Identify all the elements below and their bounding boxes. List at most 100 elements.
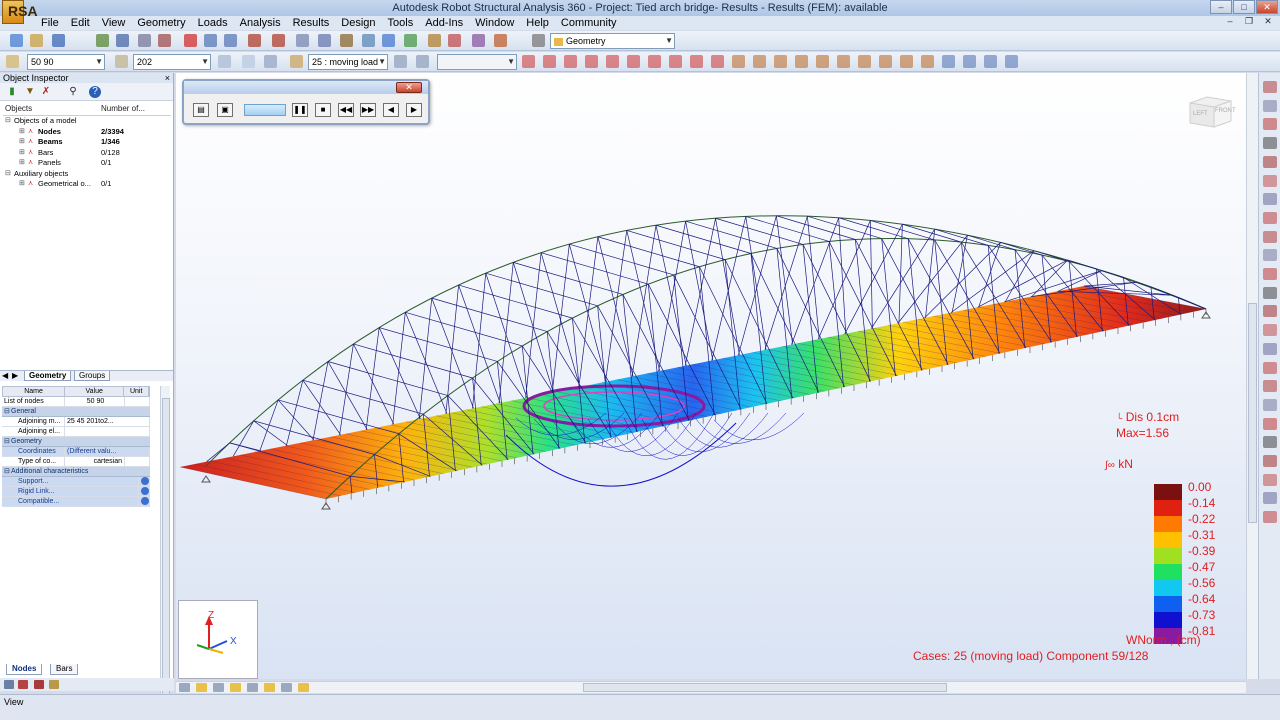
table-icon[interactable] <box>18 680 28 689</box>
hanger-cable[interactable] <box>817 220 871 340</box>
maximize-icon[interactable]: □ <box>1233 0 1255 14</box>
hanger-cable[interactable] <box>312 361 329 441</box>
print-icon[interactable] <box>34 680 44 689</box>
component-combo[interactable]: ▼ <box>437 54 517 70</box>
step-back-icon[interactable]: ◀ <box>383 103 399 117</box>
hanger-cable[interactable] <box>1033 250 1070 262</box>
selection-icon[interactable] <box>402 32 419 49</box>
stop-icon[interactable]: ■ <box>315 103 331 117</box>
materials-icon[interactable] <box>446 32 463 49</box>
view-tab-icon[interactable] <box>196 683 207 692</box>
hanger-cable[interactable] <box>738 215 777 356</box>
hanger-cable[interactable] <box>551 244 570 393</box>
tab-scroll-right-icon[interactable]: ▶ <box>12 371 18 380</box>
load-case-combo[interactable]: 25 : moving load ▼ <box>308 54 388 70</box>
tree-item[interactable]: ⊞ ⋏ Bars 0/128 <box>3 148 171 159</box>
hanger-cable[interactable] <box>365 327 380 430</box>
axis-y-icon[interactable] <box>667 53 684 70</box>
zoom-in-icon[interactable] <box>793 53 810 70</box>
new-icon[interactable] <box>8 32 25 49</box>
hanger-cable[interactable] <box>791 217 840 345</box>
hanger-cable[interactable] <box>655 225 687 366</box>
list-of-nodes-value[interactable]: 50 90 <box>65 397 125 406</box>
hanger-cable[interactable] <box>353 343 395 425</box>
hanger-cable[interactable] <box>838 217 847 334</box>
thickness-icon[interactable] <box>1263 249 1277 262</box>
rewind-icon[interactable]: ◀◀ <box>338 103 354 117</box>
tree-item[interactable]: ⊞ ⋏ Panels 0/1 <box>3 158 171 169</box>
releases-icon[interactable] <box>1263 174 1277 187</box>
collapse-icon[interactable]: ⊟ <box>5 116 11 127</box>
save-icon[interactable] <box>50 32 67 49</box>
hanger-cable[interactable] <box>525 252 542 398</box>
doc-restore-icon[interactable]: ❐ <box>1240 16 1258 29</box>
load-case-next-icon[interactable] <box>392 53 409 70</box>
axis-x-icon[interactable] <box>646 53 663 70</box>
menu-community[interactable]: Community <box>555 17 623 29</box>
doc-close-icon[interactable]: ✕ <box>1259 16 1277 29</box>
bar-selection-combo[interactable]: 202 ▼ <box>133 54 211 70</box>
model-viewport[interactable] <box>176 73 1246 679</box>
open-icon[interactable] <box>28 32 45 49</box>
view-tab-icon[interactable] <box>179 683 190 692</box>
hanger-cable[interactable] <box>1136 281 1152 288</box>
menu-file[interactable]: File <box>35 17 65 29</box>
hanger-cable[interactable] <box>418 298 433 420</box>
menu-loads[interactable]: Loads <box>192 17 234 29</box>
rotate-icon[interactable] <box>877 53 894 70</box>
hanger-cable[interactable] <box>870 228 936 329</box>
hanger-cable[interactable] <box>569 243 674 276</box>
animation-progress[interactable] <box>244 104 286 116</box>
table-icon[interactable] <box>294 32 311 49</box>
delete-icon[interactable] <box>182 32 199 49</box>
hanger-cable[interactable] <box>626 230 726 260</box>
tab-nodes[interactable]: Nodes <box>6 664 43 675</box>
tab-groups[interactable]: Groups <box>74 371 111 381</box>
print-icon[interactable] <box>94 32 111 49</box>
search-icon[interactable]: ⚲ <box>67 86 79 98</box>
hanger-cable[interactable] <box>513 262 623 295</box>
hanger-cable[interactable] <box>597 236 700 268</box>
rc-design-icon[interactable] <box>1263 455 1277 467</box>
undo-icon[interactable] <box>246 32 263 49</box>
sections-icon[interactable] <box>1263 137 1277 150</box>
orbit-icon[interactable] <box>898 53 915 70</box>
hanger-cable[interactable] <box>870 220 873 329</box>
viewport-vertical-scrollbar-thumb[interactable] <box>1248 303 1257 523</box>
view-xy-icon[interactable] <box>625 53 642 70</box>
panels-icon[interactable] <box>1263 230 1277 243</box>
hanger-cable[interactable] <box>541 252 649 285</box>
materials-icon[interactable] <box>1263 155 1277 168</box>
render-icon[interactable] <box>982 53 999 70</box>
hanger-cable[interactable] <box>844 224 903 335</box>
hanger-cable[interactable] <box>745 216 830 242</box>
case-edit-icon[interactable] <box>262 53 279 70</box>
hanger-cable[interactable] <box>715 217 804 245</box>
menu-design[interactable]: Design <box>335 17 381 29</box>
layout-icon[interactable] <box>530 32 547 49</box>
hanger-cable[interactable] <box>807 216 820 340</box>
hanger-cable[interactable] <box>278 399 399 435</box>
copy-icon[interactable] <box>202 32 219 49</box>
combinations-icon[interactable] <box>1263 305 1277 318</box>
view-tab-icon[interactable] <box>213 683 224 692</box>
maps-icon[interactable] <box>1263 361 1277 374</box>
cables-icon[interactable] <box>1263 211 1277 224</box>
sections-icon[interactable] <box>426 32 443 49</box>
zoom-out-icon[interactable] <box>814 53 831 70</box>
hanger-cable[interactable] <box>684 218 716 366</box>
pan-icon[interactable] <box>919 53 936 70</box>
adjoining-elements-value[interactable] <box>65 427 150 436</box>
view-tab-icon[interactable] <box>298 683 309 692</box>
hanger-cable[interactable] <box>472 273 487 409</box>
stresses-icon[interactable] <box>1263 417 1277 430</box>
adjoining-members-value[interactable]: 25 45 201to2... <box>65 417 150 426</box>
view-tab-icon[interactable] <box>281 683 292 692</box>
view-tab-icon[interactable] <box>230 683 241 692</box>
deformations-icon[interactable] <box>1263 380 1277 393</box>
layout-combo[interactable]: Geometry ▼ <box>550 33 675 49</box>
collapse-icon[interactable]: ⊟ <box>4 407 10 417</box>
rotate-3d-icon[interactable] <box>856 53 873 70</box>
coordinates-row[interactable]: Coordinates (Different valu... <box>2 447 150 457</box>
hanger-cable[interactable] <box>253 420 288 446</box>
